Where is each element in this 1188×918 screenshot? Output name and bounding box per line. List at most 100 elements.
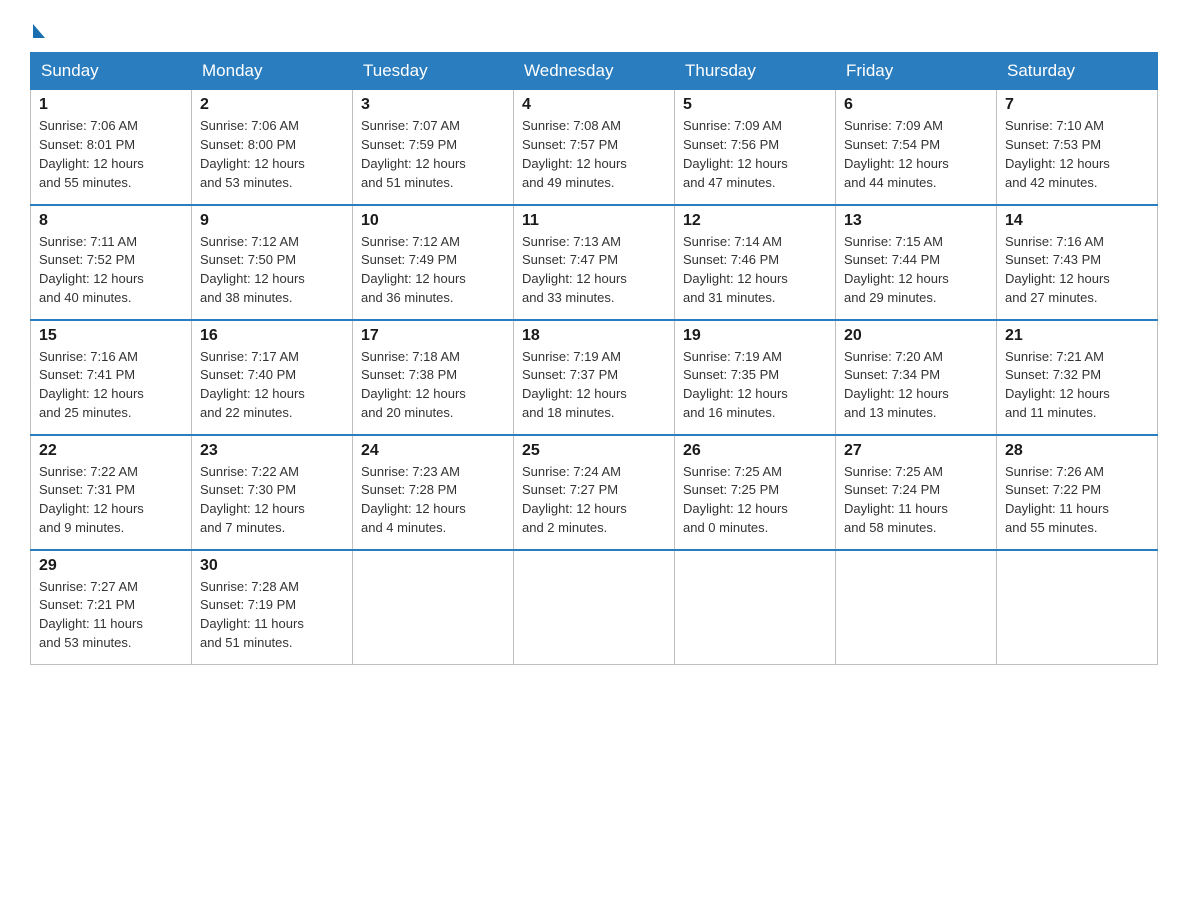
calendar-cell: 26 Sunrise: 7:25 AMSunset: 7:25 PMDayligh… (675, 435, 836, 550)
calendar-cell: 1Sunrise: 7:06 AMSunset: 8:01 PMDaylight… (31, 90, 192, 205)
header-saturday: Saturday (997, 53, 1158, 90)
calendar-cell (836, 550, 997, 665)
header-friday: Friday (836, 53, 997, 90)
day-info: Sunrise: 7:20 AMSunset: 7:34 PMDaylight:… (844, 348, 988, 423)
calendar-cell: 5 Sunrise: 7:09 AMSunset: 7:56 PMDaylight… (675, 90, 836, 205)
header-monday: Monday (192, 53, 353, 90)
calendar-cell: 15 Sunrise: 7:16 AMSunset: 7:41 PMDayligh… (31, 320, 192, 435)
calendar-cell (353, 550, 514, 665)
day-number: 9 (200, 212, 344, 230)
calendar-cell: 13 Sunrise: 7:15 AMSunset: 7:44 PMDayligh… (836, 205, 997, 320)
calendar-cell: 21 Sunrise: 7:21 AMSunset: 7:32 PMDayligh… (997, 320, 1158, 435)
day-number: 25 (522, 442, 666, 460)
day-number: 22 (39, 442, 183, 460)
calendar-cell: 7Sunrise: 7:10 AMSunset: 7:53 PMDaylight… (997, 90, 1158, 205)
day-number: 11 (522, 212, 666, 230)
day-number: 26 (683, 442, 827, 460)
header-row: SundayMondayTuesdayWednesdayThursdayFrid… (31, 53, 1158, 90)
day-number: 28 (1005, 442, 1149, 460)
calendar-cell: 22 Sunrise: 7:22 AMSunset: 7:31 PMDayligh… (31, 435, 192, 550)
day-info: Sunrise: 7:12 AMSunset: 7:49 PMDaylight:… (361, 233, 505, 308)
day-info: Sunrise: 7:11 AMSunset: 7:52 PMDaylight:… (39, 233, 183, 308)
day-info: Sunrise: 7:25 AMSunset: 7:24 PMDaylight:… (844, 463, 988, 538)
day-info: Sunrise: 7:09 AMSunset: 7:54 PMDaylight:… (844, 117, 988, 192)
day-info: Sunrise: 7:09 AMSunset: 7:56 PMDaylight:… (683, 117, 827, 192)
day-number: 13 (844, 212, 988, 230)
day-number: 23 (200, 442, 344, 460)
day-number: 10 (361, 212, 505, 230)
calendar-cell: 25 Sunrise: 7:24 AMSunset: 7:27 PMDayligh… (514, 435, 675, 550)
calendar-cell: 10 Sunrise: 7:12 AMSunset: 7:49 PMDayligh… (353, 205, 514, 320)
day-number: 2 (200, 96, 344, 114)
day-info: Sunrise: 7:19 AMSunset: 7:37 PMDaylight:… (522, 348, 666, 423)
day-number: 24 (361, 442, 505, 460)
week-row-1: 1Sunrise: 7:06 AMSunset: 8:01 PMDaylight… (31, 90, 1158, 205)
week-row-4: 22 Sunrise: 7:22 AMSunset: 7:31 PMDayligh… (31, 435, 1158, 550)
day-info: Sunrise: 7:28 AMSunset: 7:19 PMDaylight:… (200, 578, 344, 653)
calendar-cell: 29 Sunrise: 7:27 AMSunset: 7:21 PMDayligh… (31, 550, 192, 665)
day-number: 8 (39, 212, 183, 230)
day-number: 27 (844, 442, 988, 460)
calendar-cell: 4Sunrise: 7:08 AMSunset: 7:57 PMDaylight… (514, 90, 675, 205)
calendar-cell: 30 Sunrise: 7:28 AMSunset: 7:19 PMDayligh… (192, 550, 353, 665)
calendar-cell: 24 Sunrise: 7:23 AMSunset: 7:28 PMDayligh… (353, 435, 514, 550)
day-info: Sunrise: 7:13 AMSunset: 7:47 PMDaylight:… (522, 233, 666, 308)
day-info: Sunrise: 7:15 AMSunset: 7:44 PMDaylight:… (844, 233, 988, 308)
day-info: Sunrise: 7:12 AMSunset: 7:50 PMDaylight:… (200, 233, 344, 308)
calendar-cell: 2 Sunrise: 7:06 AMSunset: 8:00 PMDaylight… (192, 90, 353, 205)
day-number: 19 (683, 327, 827, 345)
day-info: Sunrise: 7:23 AMSunset: 7:28 PMDaylight:… (361, 463, 505, 538)
day-info: Sunrise: 7:26 AMSunset: 7:22 PMDaylight:… (1005, 463, 1149, 538)
day-number: 29 (39, 557, 183, 575)
day-info: Sunrise: 7:21 AMSunset: 7:32 PMDaylight:… (1005, 348, 1149, 423)
day-info: Sunrise: 7:22 AMSunset: 7:30 PMDaylight:… (200, 463, 344, 538)
calendar-cell: 12 Sunrise: 7:14 AMSunset: 7:46 PMDayligh… (675, 205, 836, 320)
day-number: 15 (39, 327, 183, 345)
day-info: Sunrise: 7:06 AMSunset: 8:01 PMDaylight:… (39, 117, 183, 192)
header-thursday: Thursday (675, 53, 836, 90)
calendar-cell (997, 550, 1158, 665)
day-info: Sunrise: 7:06 AMSunset: 8:00 PMDaylight:… (200, 117, 344, 192)
day-number: 3 (361, 96, 505, 114)
calendar-cell: 9 Sunrise: 7:12 AMSunset: 7:50 PMDaylight… (192, 205, 353, 320)
week-row-2: 8 Sunrise: 7:11 AMSunset: 7:52 PMDaylight… (31, 205, 1158, 320)
week-row-5: 29 Sunrise: 7:27 AMSunset: 7:21 PMDayligh… (31, 550, 1158, 665)
day-info: Sunrise: 7:19 AMSunset: 7:35 PMDaylight:… (683, 348, 827, 423)
day-number: 16 (200, 327, 344, 345)
day-info: Sunrise: 7:25 AMSunset: 7:25 PMDaylight:… (683, 463, 827, 538)
calendar-cell: 20 Sunrise: 7:20 AMSunset: 7:34 PMDayligh… (836, 320, 997, 435)
calendar-cell: 28 Sunrise: 7:26 AMSunset: 7:22 PMDayligh… (997, 435, 1158, 550)
calendar-cell: 16 Sunrise: 7:17 AMSunset: 7:40 PMDayligh… (192, 320, 353, 435)
calendar-cell: 19 Sunrise: 7:19 AMSunset: 7:35 PMDayligh… (675, 320, 836, 435)
calendar-cell: 17Sunrise: 7:18 AMSunset: 7:38 PMDayligh… (353, 320, 514, 435)
day-info: Sunrise: 7:27 AMSunset: 7:21 PMDaylight:… (39, 578, 183, 653)
day-number: 4 (522, 96, 666, 114)
header-tuesday: Tuesday (353, 53, 514, 90)
logo-triangle-icon (33, 24, 45, 38)
calendar-cell (514, 550, 675, 665)
day-number: 21 (1005, 327, 1149, 345)
day-number: 18 (522, 327, 666, 345)
day-number: 5 (683, 96, 827, 114)
logo (30, 24, 45, 42)
calendar-cell: 11 Sunrise: 7:13 AMSunset: 7:47 PMDayligh… (514, 205, 675, 320)
day-info: Sunrise: 7:22 AMSunset: 7:31 PMDaylight:… (39, 463, 183, 538)
day-info: Sunrise: 7:24 AMSunset: 7:27 PMDaylight:… (522, 463, 666, 538)
day-number: 20 (844, 327, 988, 345)
day-info: Sunrise: 7:16 AMSunset: 7:41 PMDaylight:… (39, 348, 183, 423)
day-number: 14 (1005, 212, 1149, 230)
day-number: 12 (683, 212, 827, 230)
day-info: Sunrise: 7:10 AMSunset: 7:53 PMDaylight:… (1005, 117, 1149, 192)
day-info: Sunrise: 7:16 AMSunset: 7:43 PMDaylight:… (1005, 233, 1149, 308)
day-number: 30 (200, 557, 344, 575)
day-info: Sunrise: 7:17 AMSunset: 7:40 PMDaylight:… (200, 348, 344, 423)
page-header (30, 24, 1158, 42)
week-row-3: 15 Sunrise: 7:16 AMSunset: 7:41 PMDayligh… (31, 320, 1158, 435)
day-info: Sunrise: 7:14 AMSunset: 7:46 PMDaylight:… (683, 233, 827, 308)
calendar-table: SundayMondayTuesdayWednesdayThursdayFrid… (30, 52, 1158, 665)
day-info: Sunrise: 7:18 AMSunset: 7:38 PMDaylight:… (361, 348, 505, 423)
calendar-cell: 3Sunrise: 7:07 AMSunset: 7:59 PMDaylight… (353, 90, 514, 205)
header-sunday: Sunday (31, 53, 192, 90)
calendar-cell: 14 Sunrise: 7:16 AMSunset: 7:43 PMDayligh… (997, 205, 1158, 320)
header-wednesday: Wednesday (514, 53, 675, 90)
